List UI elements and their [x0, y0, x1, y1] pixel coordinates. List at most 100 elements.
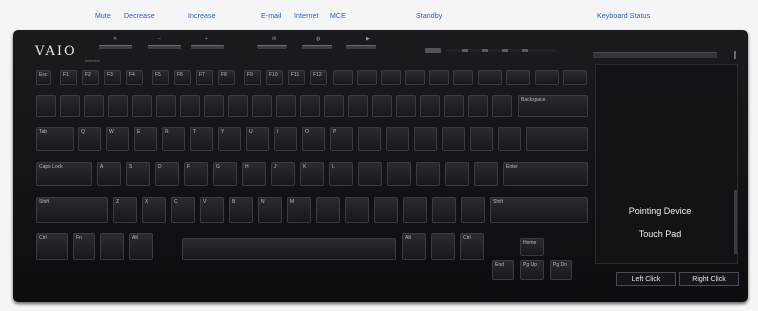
key-2[interactable]	[84, 95, 104, 117]
key-i[interactable]: I	[274, 127, 297, 151]
key-extra-3[interactable]	[420, 95, 440, 117]
key-extra-4[interactable]	[444, 95, 464, 117]
key-comma[interactable]	[316, 197, 340, 223]
key-menu[interactable]	[431, 233, 455, 260]
key-function-extra-4[interactable]	[405, 70, 425, 85]
key-fn[interactable]: Fn	[73, 233, 95, 260]
key-function-extra-1[interactable]	[333, 70, 353, 85]
key-8[interactable]	[228, 95, 248, 117]
key-extra-13[interactable]	[474, 162, 498, 186]
key-alt-right[interactable]: Alt	[402, 233, 426, 260]
key-function-extra-6[interactable]	[453, 70, 473, 85]
volume-down-button[interactable]	[148, 45, 181, 49]
key-period[interactable]	[345, 197, 369, 223]
key-q[interactable]: Q	[78, 127, 101, 151]
standby-button[interactable]	[425, 48, 441, 53]
key-7[interactable]	[204, 95, 224, 117]
key-bracket-right[interactable]	[386, 127, 409, 151]
key-semicolon[interactable]	[358, 162, 382, 186]
key-f4[interactable]: F4	[126, 70, 143, 85]
key-space[interactable]	[182, 238, 396, 260]
key-extra-9[interactable]	[498, 127, 521, 151]
key-4[interactable]	[132, 95, 152, 117]
key-minus[interactable]	[300, 95, 320, 117]
key-ctrl-left[interactable]: Ctrl	[36, 233, 68, 260]
key-j[interactable]: J	[271, 162, 295, 186]
key-ctrl-right[interactable]: Ctrl	[460, 233, 484, 260]
key-f3[interactable]: F3	[104, 70, 121, 85]
key-t[interactable]: T	[190, 127, 213, 151]
key-r[interactable]: R	[162, 127, 185, 151]
key-extra-6[interactable]	[492, 95, 512, 117]
key-print-screen[interactable]	[478, 70, 502, 85]
key-y[interactable]: Y	[218, 127, 241, 151]
internet-button[interactable]	[302, 45, 332, 49]
key-function-extra-2[interactable]	[357, 70, 377, 85]
key-w[interactable]: W	[106, 127, 129, 151]
key-equals[interactable]	[324, 95, 344, 117]
key-pgup[interactable]: Pg Up	[520, 260, 544, 280]
key-1[interactable]	[60, 95, 80, 117]
key-extra-11[interactable]	[416, 162, 440, 186]
key-f1[interactable]: F1	[60, 70, 77, 85]
key-function-extra-3[interactable]	[381, 70, 401, 85]
key-x[interactable]: X	[142, 197, 166, 223]
key-5[interactable]	[156, 95, 176, 117]
key-extra-10[interactable]	[526, 127, 588, 151]
key-f8[interactable]: F8	[218, 70, 235, 85]
key-b[interactable]: B	[229, 197, 253, 223]
key-extra-12[interactable]	[445, 162, 469, 186]
key-l[interactable]: L	[329, 162, 353, 186]
key-f5[interactable]: F5	[152, 70, 169, 85]
key-caps-lock[interactable]: Caps Lock	[36, 162, 92, 186]
key-alt-left[interactable]: Alt	[129, 233, 153, 260]
key-slash[interactable]	[374, 197, 398, 223]
key-extra-1[interactable]	[372, 95, 392, 117]
mute-button[interactable]	[99, 45, 132, 49]
key-enter[interactable]: Enter	[503, 162, 588, 186]
key-z[interactable]: Z	[113, 197, 137, 223]
right-click-button[interactable]: Right Click	[679, 272, 739, 286]
left-click-button[interactable]: Left Click	[616, 272, 676, 286]
key-shift-right[interactable]: Shift	[490, 197, 588, 223]
key-backspace[interactable]: Backspace	[518, 95, 588, 117]
key-6[interactable]	[180, 95, 200, 117]
key-shift-left[interactable]: Shift	[36, 197, 108, 223]
key-extra-8[interactable]	[470, 127, 493, 151]
key-g[interactable]: G	[213, 162, 237, 186]
key-extra-14[interactable]	[403, 197, 427, 223]
key-home[interactable]: Home	[520, 238, 544, 256]
key-9[interactable]	[252, 95, 272, 117]
key-p[interactable]: P	[330, 127, 353, 151]
key-k[interactable]: K	[300, 162, 324, 186]
key-extra-15[interactable]	[432, 197, 456, 223]
key-bracket-left[interactable]	[358, 127, 381, 151]
key-backtick[interactable]	[36, 95, 56, 117]
key-3[interactable]	[108, 95, 128, 117]
key-f9[interactable]: F9	[244, 70, 261, 85]
key-f7[interactable]: F7	[196, 70, 213, 85]
key-0[interactable]	[276, 95, 296, 117]
key-pause[interactable]	[535, 70, 559, 85]
key-f6[interactable]: F6	[174, 70, 191, 85]
key-function-extra-5[interactable]	[429, 70, 449, 85]
key-v[interactable]: V	[200, 197, 224, 223]
key-f[interactable]: F	[184, 162, 208, 186]
key-e[interactable]: E	[134, 127, 157, 151]
key-c[interactable]: C	[171, 197, 195, 223]
touch-pad-scroll-strip[interactable]	[734, 190, 737, 254]
key-esc[interactable]: Esc	[36, 70, 51, 85]
key-end[interactable]: End	[492, 260, 514, 280]
key-m[interactable]: M	[287, 197, 311, 223]
key-h[interactable]: H	[242, 162, 266, 186]
volume-up-button[interactable]	[191, 45, 224, 49]
key-n[interactable]: N	[258, 197, 282, 223]
key-yen[interactable]	[348, 95, 368, 117]
key-scroll-lock[interactable]	[506, 70, 530, 85]
key-u[interactable]: U	[246, 127, 269, 151]
key-d[interactable]: D	[155, 162, 179, 186]
key-f12[interactable]: F12	[310, 70, 327, 85]
key-extra-5[interactable]	[468, 95, 488, 117]
key-backslash[interactable]	[414, 127, 437, 151]
key-s[interactable]: S	[126, 162, 150, 186]
